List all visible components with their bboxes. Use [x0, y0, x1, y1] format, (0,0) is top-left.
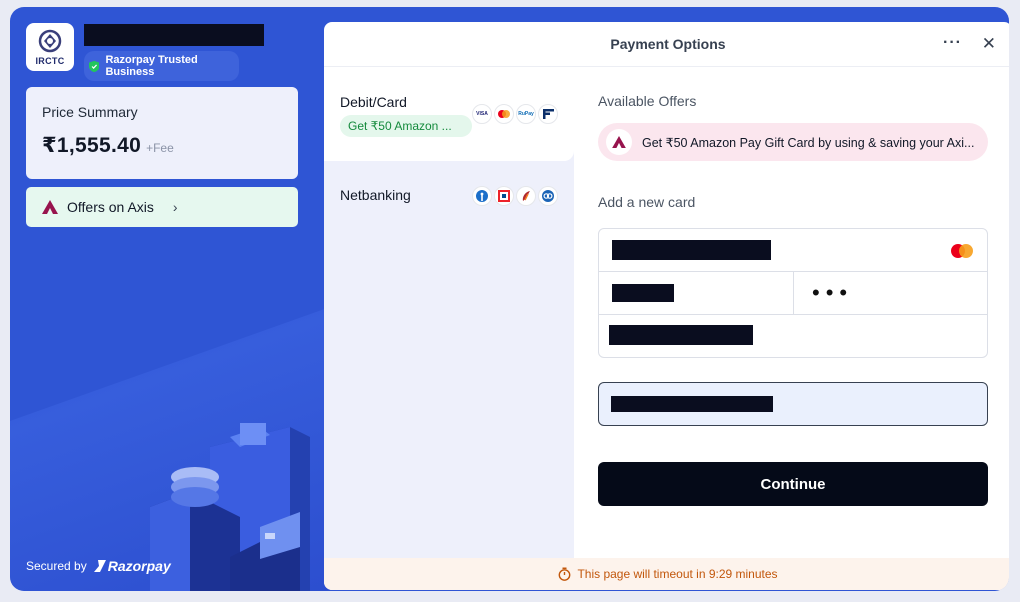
secured-by-razorpay: Secured by Razorpay: [26, 558, 171, 574]
method-offer-chip: Get ₹50 Amazon ...: [340, 115, 472, 137]
mastercard-icon: [494, 104, 514, 124]
timeout-text: This page will timeout in 9:29 minutes: [577, 567, 778, 581]
razorpay-logo: Razorpay: [93, 558, 171, 574]
cvv-mask: •••: [812, 280, 854, 305]
axis-bank-icon: [538, 186, 558, 206]
method-netbanking[interactable]: Netbanking: [324, 161, 574, 229]
mastercard-icon: [951, 244, 973, 258]
cvv-field[interactable]: •••: [794, 272, 987, 314]
bank-icons: [472, 186, 558, 206]
merchant-logo-text: IRCTC: [35, 55, 65, 66]
timeout-banner: This page will timeout in 9:29 minutes: [324, 558, 1009, 590]
sbi-icon: [472, 186, 492, 206]
merchant-logo: IRCTC: [26, 23, 74, 71]
offers-on-axis-button[interactable]: Offers on Axis ›: [26, 187, 298, 227]
close-icon[interactable]: ✕: [982, 34, 996, 54]
card-number-field[interactable]: [599, 229, 987, 272]
checkout-frame: IRCTC Razorpay Trusted Business Price Su…: [10, 7, 1009, 591]
expiry-field[interactable]: [599, 272, 794, 314]
price-amount: ₹1,555.40: [42, 134, 142, 157]
rupay-icon: RuPay: [516, 104, 536, 124]
trusted-business-label: Razorpay Trusted Business: [105, 54, 198, 78]
expiry-redacted: [612, 284, 674, 302]
card-network-icons: VISA RuPay: [472, 104, 558, 124]
cardholder-name-field[interactable]: [599, 315, 987, 357]
visa-icon: VISA: [472, 104, 492, 124]
offer-banner[interactable]: Get ₹50 Amazon Pay Gift Card by using & …: [598, 123, 988, 161]
secured-by-label: Secured by: [26, 559, 87, 573]
stopwatch-icon: [559, 567, 571, 581]
focused-input-field[interactable]: [598, 382, 988, 426]
bajaj-icon: [538, 104, 558, 124]
page-title: Payment Options: [610, 36, 726, 52]
price-fee: +Fee: [146, 141, 174, 155]
axis-bank-icon: [42, 200, 58, 214]
merchant-brand: IRCTC Razorpay Trusted Business: [26, 23, 264, 81]
razorpay-wordmark: Razorpay: [107, 558, 171, 574]
trusted-business-badge: Razorpay Trusted Business: [84, 51, 239, 81]
card-entry-section: Available Offers Get ₹50 Amazon Pay Gift…: [598, 68, 988, 506]
input-value-redacted: [611, 396, 773, 412]
cardholder-name-redacted: [609, 325, 753, 345]
razorpay-mark-icon: [93, 560, 106, 572]
card-number-redacted: [612, 240, 771, 260]
more-options-icon[interactable]: ···: [943, 34, 962, 52]
payment-methods-list: Debit/Card Get ₹50 Amazon ... VISA RuPay…: [324, 68, 574, 558]
offer-banner-text: Get ₹50 Amazon Pay Gift Card by using & …: [642, 135, 975, 150]
hdfc-icon: [494, 186, 514, 206]
payment-panel: Payment Options ··· ✕ Debit/Card Get ₹50…: [324, 22, 1009, 590]
continue-button[interactable]: Continue: [598, 462, 988, 506]
merchant-name-redacted: [84, 24, 264, 46]
new-card-form: •••: [598, 228, 988, 358]
icici-icon: [516, 186, 536, 206]
price-summary-card: Price Summary ₹1,555.40 +Fee: [26, 87, 298, 179]
irctc-logo-icon: [38, 29, 62, 52]
price-summary-title: Price Summary: [42, 104, 138, 120]
panel-header: Payment Options ··· ✕: [324, 22, 1009, 67]
method-debit-card[interactable]: Debit/Card Get ₹50 Amazon ... VISA RuPay: [324, 68, 574, 161]
available-offers-title: Available Offers: [598, 93, 697, 109]
axis-bank-logo-icon: [606, 129, 632, 155]
offers-on-axis-label: Offers on Axis: [67, 199, 154, 215]
shield-check-icon: [89, 60, 100, 72]
add-new-card-title: Add a new card: [598, 194, 696, 210]
chevron-right-icon: ›: [172, 199, 178, 215]
